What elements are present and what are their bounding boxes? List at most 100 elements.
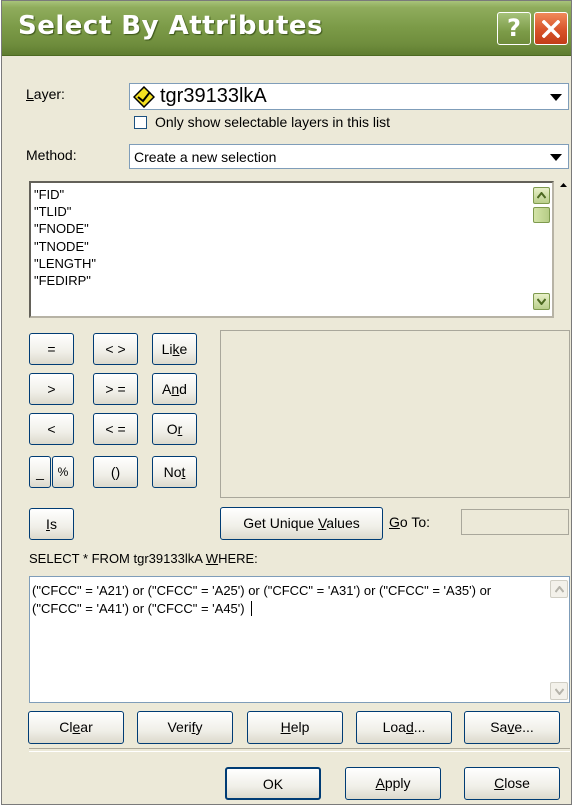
is-label-suffix: s <box>49 516 57 532</box>
help-title-button[interactable]: ? <box>497 12 531 45</box>
window-title: Select By Attributes <box>18 11 323 41</box>
layer-diamond-icon <box>133 86 155 108</box>
and-label-key: n <box>171 381 180 397</box>
or-label-key: r <box>177 421 183 437</box>
help-label-suffix: elp <box>290 719 310 735</box>
selectable-only-checkbox[interactable] <box>134 116 147 129</box>
goto-label: Go To: <box>389 514 430 530</box>
arrow-up-icon <box>555 586 564 593</box>
clear-label-prefix: Cl <box>59 719 73 735</box>
like-label-suffix: e <box>179 341 188 357</box>
method-label: Method: <box>26 147 77 163</box>
goto-label-suffix: o To: <box>399 514 430 530</box>
close-label-key: C <box>494 775 505 791</box>
and-label-suffix: d <box>179 381 187 397</box>
ok-button[interactable]: OK <box>225 767 321 800</box>
scroll-thumb[interactable] <box>533 207 550 223</box>
is-button[interactable]: Is <box>29 508 74 540</box>
apply-label-key: A <box>375 775 385 791</box>
parentheses-button[interactable]: () <box>93 456 138 488</box>
query-label-key: W <box>205 551 219 566</box>
help-button[interactable]: Help <box>247 711 343 744</box>
not-label-key: t <box>181 464 186 480</box>
sql-scrollbar[interactable] <box>550 580 568 700</box>
arrow-up-icon <box>537 192 546 199</box>
load-label-key: d <box>405 719 414 735</box>
query-label: SELECT * FROM tgr39133lkA WHERE: <box>29 551 258 566</box>
and-button[interactable]: And <box>152 373 197 405</box>
scroll-up-button[interactable] <box>550 580 568 598</box>
verify-button[interactable]: Verify <box>137 711 233 744</box>
and-label-prefix: A <box>162 381 172 397</box>
layer-label-rest: ayer: <box>33 86 65 102</box>
scroll-up-button[interactable] <box>533 187 550 204</box>
goto-input[interactable] <box>461 509 569 535</box>
list-item[interactable]: "FID" <box>34 187 64 203</box>
get-unique-values-button[interactable]: Get Unique Values <box>220 507 383 540</box>
method-dropdown[interactable]: Create a new selection <box>129 144 569 169</box>
help-label-key: H <box>280 719 291 735</box>
footer-divider <box>29 748 570 752</box>
layer-dropdown[interactable]: tgr39133lkA <box>129 83 569 110</box>
goto-label-key: G <box>389 514 400 530</box>
apply-label-suffix: pply <box>384 775 411 791</box>
less-equal-button[interactable]: < = <box>93 413 138 445</box>
sql-expression-text: ("CFCC" = 'A21') or ("CFCC" = 'A25') or … <box>32 582 542 618</box>
equals-button[interactable]: = <box>29 333 74 365</box>
load-label-prefix: Loa <box>382 719 406 735</box>
list-item[interactable]: "TLID" <box>34 204 71 220</box>
close-title-button[interactable] <box>534 12 568 45</box>
verify-label-suffix: y <box>195 719 203 735</box>
sql-expression-input[interactable]: ("CFCC" = 'A21') or ("CFCC" = 'A25') or … <box>29 576 570 703</box>
layer-value: tgr39133lkA <box>160 85 267 107</box>
less-than-button[interactable]: < <box>29 413 74 445</box>
list-resize-arrow-icon[interactable] <box>559 181 568 190</box>
guv-label-prefix: Get Unique <box>243 515 318 531</box>
query-label-suffix: HERE: <box>218 551 258 566</box>
select-by-attributes-dialog: Select By Attributes ? Layer: tgr39133lk… <box>1 0 572 805</box>
close-label-suffix: lose <box>504 775 530 791</box>
unique-values-list[interactable] <box>220 330 570 498</box>
list-item[interactable]: "FEDIRP" <box>34 273 91 289</box>
clear-button[interactable]: Clear <box>28 711 124 744</box>
save-button[interactable]: Save... <box>464 711 560 744</box>
scroll-down-button[interactable] <box>533 293 550 310</box>
apply-button[interactable]: Apply <box>345 767 441 800</box>
save-label-prefix: Sa <box>490 719 508 735</box>
not-equals-button[interactable]: < > <box>93 333 138 365</box>
guv-label-suffix: alues <box>326 515 360 531</box>
layer-label: Layer: <box>26 86 65 102</box>
selectable-only-label: Only show selectable layers in this list <box>155 114 390 130</box>
load-label-suffix: ... <box>413 719 426 735</box>
close-button[interactable]: Close <box>464 767 560 800</box>
or-button[interactable]: Or <box>152 413 197 445</box>
not-label-prefix: No <box>163 464 182 480</box>
list-item[interactable]: "FNODE" <box>34 221 89 237</box>
method-value: Create a new selection <box>134 149 277 165</box>
greater-than-button[interactable]: > <box>29 373 74 405</box>
verify-label-prefix: Veri <box>167 719 192 735</box>
list-item[interactable]: "LENGTH" <box>34 256 96 272</box>
title-bar[interactable]: Select By Attributes ? <box>2 1 571 56</box>
scroll-down-button[interactable] <box>550 682 568 700</box>
underscore-button[interactable]: _ <box>29 456 51 488</box>
query-label-prefix: SELECT * FROM tgr39133lkA <box>29 551 206 566</box>
like-button[interactable]: Like <box>152 333 197 365</box>
like-label-key: k <box>172 341 180 357</box>
chevron-down-icon[interactable] <box>550 153 562 161</box>
not-button[interactable]: Not <box>152 456 197 488</box>
chevron-down-icon[interactable] <box>550 93 562 101</box>
arrow-down-icon <box>537 298 546 305</box>
percent-button[interactable]: % <box>52 456 74 488</box>
text-caret <box>250 601 252 616</box>
arrow-down-icon <box>555 688 564 695</box>
clear-label-suffix: ar <box>80 719 93 735</box>
save-label-suffix: e... <box>514 719 534 735</box>
field-list-scrollbar[interactable] <box>533 187 550 312</box>
list-item[interactable]: "TNODE" <box>34 239 89 255</box>
load-button[interactable]: Load... <box>356 711 452 744</box>
or-label-prefix: O <box>166 421 178 437</box>
greater-equal-button[interactable]: > = <box>93 373 138 405</box>
field-list[interactable]: "FID" "TLID" "FNODE" "TNODE" "LENGTH" "F… <box>29 181 554 318</box>
like-label-prefix: Li <box>161 341 173 357</box>
